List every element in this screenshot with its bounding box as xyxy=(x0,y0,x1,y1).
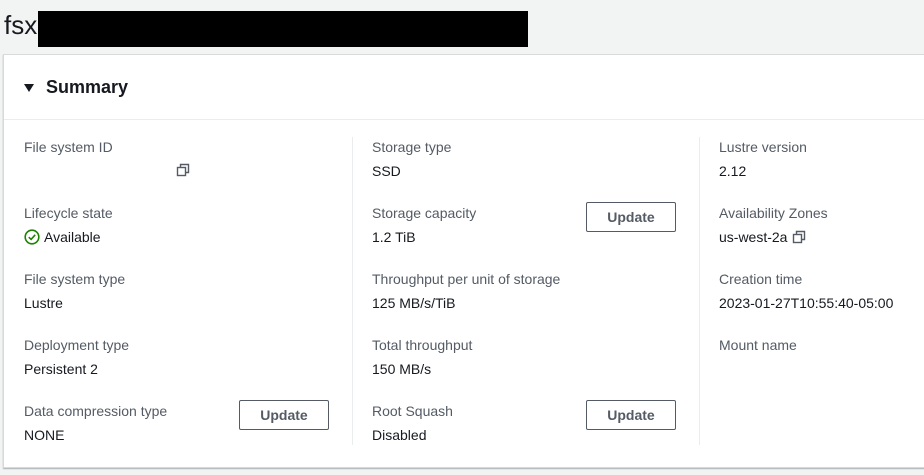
summary-panel: Summary File system ID Lifecycle state A… xyxy=(3,54,924,468)
data-compression-field: Data compression type NONE xyxy=(24,401,167,445)
storage-type-label: Storage type xyxy=(372,139,452,155)
file-system-id-label: File system ID xyxy=(24,139,113,155)
deployment-type-label: Deployment type xyxy=(24,337,130,353)
throughput-per-unit-label: Throughput per unit of storage xyxy=(372,271,561,287)
file-system-id-value xyxy=(24,163,190,177)
availability-zones-label: Availability Zones xyxy=(719,205,828,221)
compression-update-button[interactable]: Update xyxy=(239,400,329,430)
deployment-type-value: Persistent 2 xyxy=(24,361,98,377)
creation-time-field: Creation time 2023-01-27T10:55:40-05:00 xyxy=(719,269,893,313)
creation-time-value: 2023-01-27T10:55:40-05:00 xyxy=(719,295,894,311)
page-title-prefix: fsx xyxy=(4,10,38,40)
lifecycle-state-field: Lifecycle state Available xyxy=(24,203,113,247)
copy-icon[interactable] xyxy=(176,163,190,177)
root-squash-field: Root Squash Disabled xyxy=(372,401,453,445)
availability-zones-field: Availability Zones us-west-2a xyxy=(719,203,828,247)
throughput-per-unit-field: Throughput per unit of storage 125 MB/s/… xyxy=(372,269,560,313)
mount-name-label: Mount name xyxy=(719,337,797,353)
storage-capacity-field: Storage capacity 1.2 TiB xyxy=(372,203,476,247)
root-squash-label: Root Squash xyxy=(372,403,453,419)
availability-zones-text: us-west-2a xyxy=(719,229,788,245)
page-title: fsx xyxy=(4,8,37,42)
status-text: Available xyxy=(44,229,101,245)
throughput-per-unit-value: 125 MB/s/TiB xyxy=(372,295,456,311)
column-divider xyxy=(352,137,353,445)
creation-time-label: Creation time xyxy=(719,271,803,287)
copy-icon[interactable] xyxy=(792,230,806,244)
total-throughput-field: Total throughput 150 MB/s xyxy=(372,335,472,379)
caret-down-icon[interactable] xyxy=(24,83,34,92)
lustre-version-field: Lustre version 2.12 xyxy=(719,137,807,181)
summary-title: Summary xyxy=(46,76,129,97)
lustre-version-value: 2.12 xyxy=(719,163,747,179)
storage-capacity-label: Storage capacity xyxy=(372,205,477,221)
column-divider xyxy=(699,137,700,445)
check-circle-icon xyxy=(24,229,40,245)
storage-capacity-update-button[interactable]: Update xyxy=(586,202,676,232)
root-squash-value: Disabled xyxy=(372,427,427,443)
file-system-type-field: File system type Lustre xyxy=(24,269,125,313)
mount-name-field: Mount name xyxy=(719,335,797,359)
availability-zones-value: us-west-2a xyxy=(719,227,828,247)
deployment-type-field: Deployment type Persistent 2 xyxy=(24,335,129,379)
lustre-version-label: Lustre version xyxy=(719,139,807,155)
file-system-type-value: Lustre xyxy=(24,295,63,311)
root-squash-update-button[interactable]: Update xyxy=(586,400,676,430)
data-compression-value: NONE xyxy=(24,427,65,443)
file-system-type-label: File system type xyxy=(24,271,126,287)
total-throughput-label: Total throughput xyxy=(372,337,473,353)
storage-type-field: Storage type SSD xyxy=(372,137,451,181)
redacted-title-block xyxy=(38,11,528,47)
file-system-id-field: File system ID xyxy=(24,137,190,177)
storage-type-value: SSD xyxy=(372,163,401,179)
storage-capacity-value: 1.2 TiB xyxy=(372,229,416,245)
lifecycle-state-label: Lifecycle state xyxy=(24,205,113,221)
data-compression-label: Data compression type xyxy=(24,403,168,419)
lifecycle-state-value: Available xyxy=(24,227,113,247)
summary-header[interactable]: Summary xyxy=(4,55,924,120)
total-throughput-value: 150 MB/s xyxy=(372,361,432,377)
